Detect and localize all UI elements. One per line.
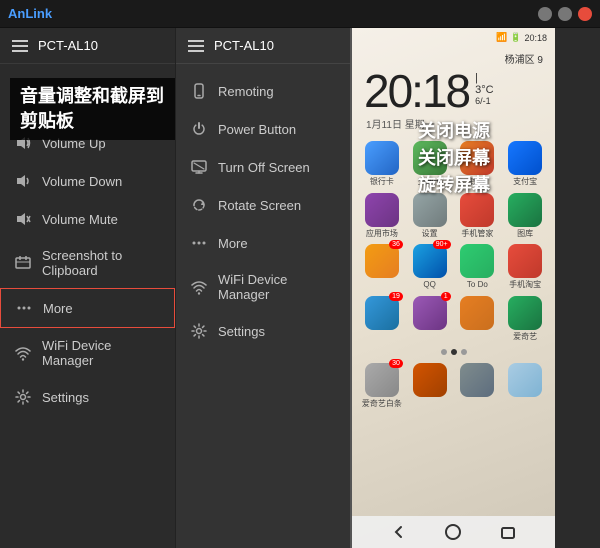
app-icon[interactable]: 30 爱奇艺白条 — [360, 363, 404, 409]
minimize-button[interactable] — [538, 7, 552, 21]
close-button[interactable] — [578, 7, 592, 21]
volume-down-label: Volume Down — [42, 174, 122, 189]
middle-nav: Remoting Power Button — [176, 64, 350, 358]
app-icon[interactable]: 银行卡 — [360, 141, 404, 187]
more-icon — [15, 299, 33, 317]
app-icon[interactable]: 1 — [408, 296, 452, 342]
middle-item-screen-off[interactable]: Turn Off Screen — [176, 148, 350, 186]
screenshot-label: Screenshot to Clipboard — [42, 248, 161, 278]
sidebar-item-screenshot[interactable]: Screenshot to Clipboard — [0, 238, 175, 288]
nav-recents-button[interactable] — [498, 522, 518, 542]
app-icon[interactable]: 图库 — [503, 193, 547, 239]
middle-item-remoting[interactable]: Remoting — [176, 72, 350, 110]
middle-more-icon — [190, 234, 208, 252]
middle-device-name: PCT-AL10 — [214, 38, 274, 53]
title-bar-controls — [538, 7, 592, 21]
app-icon[interactable]: 手机管家 — [456, 193, 500, 239]
middle-phone-icon — [190, 82, 208, 100]
left-annotation: 音量调整和截屏到剪贴板 — [10, 78, 175, 140]
screenshot-icon — [14, 254, 32, 272]
sidebar-header: PCT-AL10 — [0, 28, 175, 64]
phone-time: 20:18 — [364, 68, 469, 114]
app-icon[interactable]: 36 — [360, 244, 404, 290]
phone-temp-low: 6/-1 — [475, 96, 493, 106]
app-icon[interactable] — [456, 296, 500, 342]
app-icon[interactable] — [456, 363, 500, 409]
settings-label: Settings — [42, 390, 89, 405]
middle-settings-label: Settings — [218, 324, 265, 339]
middle-header: PCT-AL10 — [176, 28, 350, 64]
sidebar: PCT-AL10 音量调整和截屏到剪贴板 Volume Up — [0, 28, 175, 548]
sidebar-item-volume-down[interactable]: Volume Down — [0, 162, 175, 200]
phone-temp-high: 3°C — [475, 84, 493, 96]
maximize-button[interactable] — [558, 7, 572, 21]
volume-mute-label: Volume Mute — [42, 212, 118, 227]
middle-item-power[interactable]: Power Button — [176, 110, 350, 148]
middle-item-more[interactable]: More — [176, 224, 350, 262]
middle-item-settings[interactable]: Settings — [176, 312, 350, 350]
sidebar-item-volume-mute[interactable]: Volume Mute — [0, 200, 175, 238]
middle-more-label: More — [218, 236, 248, 251]
app-icon[interactable]: 19 — [360, 296, 404, 342]
phone-nav-bar — [352, 516, 555, 548]
right-annotation: 关闭电源 关闭屏幕 旋转屏幕 — [418, 118, 490, 199]
app-icon[interactable] — [503, 363, 547, 409]
app-icon[interactable]: 90+ QQ — [408, 244, 452, 290]
right-annotation-line2: 关闭屏幕 — [418, 145, 490, 172]
phone-container: 📶 🔋 20:18 杨浦区 9 20:18 | 3°C 6/-1 1月11日 星… — [350, 28, 555, 548]
app-grid-row5: 30 爱奇艺白条 — [352, 361, 555, 411]
middle-panel: PCT-AL10 Remoting — [175, 28, 350, 548]
turn-off-screen-label: Turn Off Screen — [218, 160, 310, 175]
phone-location: 杨浦区 9 — [364, 51, 543, 66]
volume-down-icon — [14, 172, 32, 190]
more-label: More — [43, 301, 73, 316]
wifi-icon — [14, 344, 32, 362]
app-grid-row3: 36 90+ QQ To Do 手机淘宝 — [352, 240, 555, 292]
phone-status-time: 20:18 — [524, 33, 547, 43]
power-icon — [190, 120, 208, 138]
power-button-label: Power Button — [218, 122, 296, 137]
rotate-screen-label: Rotate Screen — [218, 198, 301, 213]
middle-item-rotate[interactable]: Rotate Screen — [176, 186, 350, 224]
settings-icon — [14, 388, 32, 406]
middle-remoting-label: Remoting — [218, 84, 274, 99]
app-icon[interactable]: 爱奇艺 — [503, 296, 547, 342]
app-icon[interactable]: 设置 — [408, 193, 452, 239]
app-icon[interactable]: To Do — [456, 244, 500, 290]
middle-wifi-icon — [190, 278, 208, 296]
middle-item-wifi[interactable]: WiFi Device Manager — [176, 262, 350, 312]
app-icon[interactable]: 应用市场 — [360, 193, 404, 239]
hamburger-icon[interactable] — [12, 40, 28, 52]
sidebar-item-more[interactable]: More — [0, 288, 175, 328]
nav-home-button[interactable] — [443, 522, 463, 542]
wifi-device-manager-label: WiFi Device Manager — [42, 338, 161, 368]
title-bar: AnLink — [0, 0, 600, 28]
phone-wallpaper: 📶 🔋 20:18 杨浦区 9 20:18 | 3°C 6/-1 1月11日 星… — [352, 28, 555, 548]
app-icon[interactable] — [408, 363, 452, 409]
volume-mute-icon — [14, 210, 32, 228]
sidebar-item-settings[interactable]: Settings — [0, 378, 175, 416]
page-dots — [352, 343, 555, 361]
sidebar-item-wifi-device-manager[interactable]: WiFi Device Manager — [0, 328, 175, 378]
app-grid-row4: 19 1 爱奇艺 — [352, 292, 555, 344]
app-icon[interactable]: 支付宝 — [503, 141, 547, 187]
middle-hamburger-icon[interactable] — [188, 40, 204, 52]
screen-off-icon — [190, 158, 208, 176]
phone-status-bar: 📶 🔋 20:18 — [352, 28, 555, 47]
phone-separator: | — [475, 72, 493, 84]
app-icon[interactable]: 手机淘宝 — [503, 244, 547, 290]
right-annotation-line1: 关闭电源 — [418, 118, 490, 145]
nav-back-button[interactable] — [389, 522, 409, 542]
sidebar-device-name: PCT-AL10 — [38, 38, 98, 53]
right-annotation-line3: 旋转屏幕 — [418, 172, 490, 199]
app-logo: AnLink — [8, 6, 52, 21]
middle-wifi-label: WiFi Device Manager — [218, 272, 336, 302]
rotate-icon — [190, 196, 208, 214]
middle-settings-icon — [190, 322, 208, 340]
